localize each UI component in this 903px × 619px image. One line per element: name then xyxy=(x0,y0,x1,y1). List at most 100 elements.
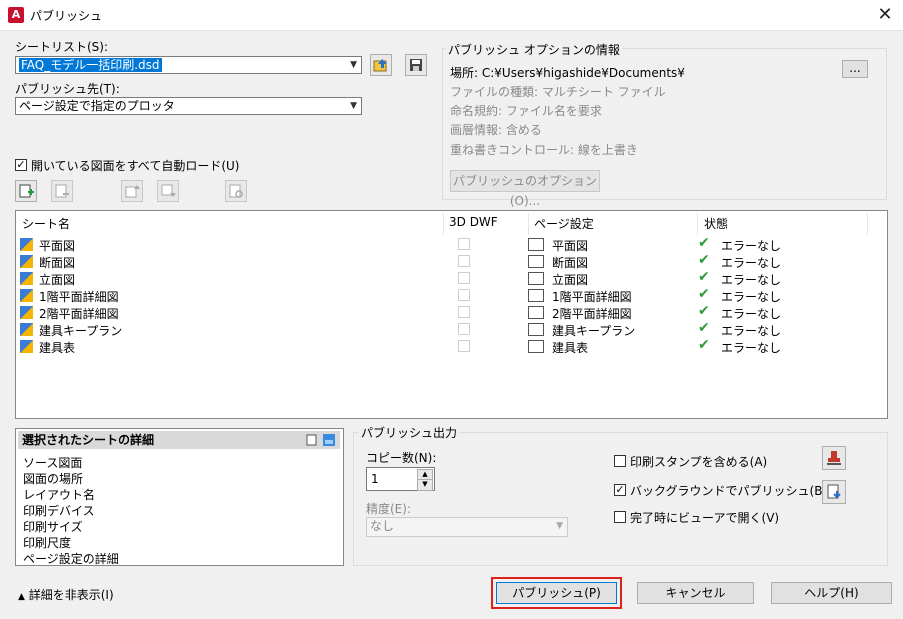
sheet-name: 建具キープラン xyxy=(39,324,123,338)
3d-dwf-checkbox[interactable] xyxy=(458,238,470,250)
page-setup-name[interactable]: 1階平面詳細図 xyxy=(552,288,632,305)
browse-location-button[interactable]: ... xyxy=(842,60,868,78)
3d-dwf-checkbox[interactable] xyxy=(458,289,470,301)
load-sheet-list-button[interactable] xyxy=(370,54,392,76)
copies-spinner[interactable]: 1 ▲ ▼ xyxy=(366,467,435,491)
status-text: エラーなし xyxy=(721,341,782,355)
page-setup-name[interactable]: 平面図 xyxy=(552,237,588,254)
sheet-list-table[interactable]: シート名 3D DWF ページ設定 状態 平面図 平面図 ✔ エラーなし 断面図 断面図 ✔… xyxy=(15,210,888,419)
sheet-icon xyxy=(20,255,33,268)
file-type-info: ファイルの種類: マルチシート ファイル xyxy=(450,85,666,99)
publish-options-info-title: パブリッシュ オプションの情報 xyxy=(446,41,622,58)
sheet-name: 2階平面詳細図 xyxy=(39,307,119,321)
auto-load-checkbox[interactable]: ✓ xyxy=(15,159,27,171)
page-setup-name[interactable]: 2階平面詳細図 xyxy=(552,305,632,322)
precision-combo[interactable]: なし ▼ xyxy=(366,517,568,537)
header-sheet-name[interactable]: シート名 xyxy=(22,215,70,232)
move-sheet-up-button[interactable] xyxy=(121,180,143,202)
3d-dwf-checkbox[interactable] xyxy=(458,272,470,284)
preview-button[interactable] xyxy=(225,180,247,202)
sheet-icon xyxy=(20,289,33,302)
publish-options-button[interactable]: パブリッシュのオプション(O)... xyxy=(450,170,600,208)
autocad-app-icon: A xyxy=(8,7,24,23)
3d-dwf-checkbox[interactable] xyxy=(458,306,470,318)
details-item: ソース図面 xyxy=(23,456,83,470)
column-divider xyxy=(528,213,529,235)
table-row[interactable]: 建具表 建具表 ✔ エラーなし xyxy=(16,337,887,356)
checkmark-icon: ✔ xyxy=(698,320,710,336)
publish-output-title: パブリッシュ出力 xyxy=(359,424,460,441)
publish-to-combo[interactable]: ページ設定で指定のプロッタ ▼ xyxy=(15,97,362,115)
remove-sheets-button[interactable] xyxy=(51,180,73,202)
chevron-down-icon: ▼ xyxy=(350,60,357,70)
sheet-list-value: FAQ_モデル一括印刷.dsd xyxy=(19,58,162,72)
close-icon[interactable]: ✕ xyxy=(873,3,897,27)
help-button[interactable]: ヘルプ(H) xyxy=(771,582,892,604)
checkmark-icon: ✔ xyxy=(698,235,710,251)
preview-icon xyxy=(229,184,243,198)
table-row[interactable]: 2階平面詳細図 2階平面詳細図 ✔ エラーなし xyxy=(16,303,887,322)
sheet-details-icon[interactable] xyxy=(306,434,318,446)
save-output-settings-button[interactable] xyxy=(822,480,846,504)
page-setup-name[interactable]: 断面図 xyxy=(552,254,588,271)
sheet-details-panel: 選択されたシートの詳細 ソース図面 図面の場所 レイアウト名 印刷デバイス 印刷サイズ印… xyxy=(15,428,344,566)
stamp-icon xyxy=(827,451,841,465)
sheet-name: 建具表 xyxy=(39,341,76,355)
hide-details-toggle[interactable]: ▲ 詳細を非表示(I) xyxy=(18,586,114,603)
table-row[interactable]: 平面図 平面図 ✔ エラーなし xyxy=(16,235,887,254)
cancel-button[interactable]: キャンセル xyxy=(637,582,754,604)
details-item: 印刷尺度 xyxy=(23,536,72,550)
table-row[interactable]: 1階平面詳細図 1階平面詳細図 ✔ エラーなし xyxy=(16,286,887,305)
auto-load-label: 開いている図面をすべて自動ロード(U) xyxy=(31,159,240,173)
copies-value: 1 xyxy=(371,472,379,486)
3d-dwf-checkbox[interactable] xyxy=(458,340,470,352)
details-item: ページ設定の詳細 xyxy=(23,552,119,566)
status-text: エラーなし xyxy=(721,324,782,338)
folder-open-icon xyxy=(373,59,387,72)
add-sheet-icon xyxy=(19,184,34,198)
details-header: 選択されたシートの詳細 xyxy=(18,431,340,449)
column-divider xyxy=(697,213,698,235)
publish-to-value: ページ設定で指定のプロッタ xyxy=(19,99,175,113)
table-row[interactable]: 建具キープラン 建具キープラン ✔ エラーなし xyxy=(16,320,887,339)
page-setup-name[interactable]: 建具キープラン xyxy=(552,322,635,339)
move-sheet-down-button[interactable] xyxy=(157,180,179,202)
header-3d-dwf[interactable]: 3D DWF xyxy=(449,215,498,229)
move-down-icon xyxy=(161,184,176,197)
status-text: エラーなし xyxy=(721,256,782,270)
include-stamp-checkbox[interactable] xyxy=(614,455,626,467)
save-sheet-list-button[interactable] xyxy=(405,54,427,76)
3d-dwf-checkbox[interactable] xyxy=(458,255,470,267)
stamp-settings-button[interactable] xyxy=(822,446,846,470)
sheet-icon xyxy=(20,272,33,285)
sheet-name: 立面図 xyxy=(39,273,76,287)
precision-label: 精度(E): xyxy=(366,502,411,516)
sheet-name: 1階平面詳細図 xyxy=(39,290,119,304)
table-row[interactable]: 断面図 断面図 ✔ エラーなし xyxy=(16,252,887,271)
output-location: 場所: C:¥Users¥higashide¥Documents¥ xyxy=(450,66,685,80)
header-page-setup[interactable]: ページ設定 xyxy=(534,215,594,232)
checkmark-icon: ✔ xyxy=(698,303,710,319)
open-viewer-checkbox[interactable] xyxy=(614,511,626,523)
page-setup-name[interactable]: 建具表 xyxy=(552,339,588,356)
publish-button[interactable]: パブリッシュ(P) xyxy=(496,582,617,604)
sheet-icon xyxy=(20,238,33,251)
sheet-list-combo[interactable]: FAQ_モデル一括印刷.dsd ▼ xyxy=(15,56,362,74)
copies-label: コピー数(N): xyxy=(366,451,437,465)
naming-info: 命名規約: ファイル名を要求 xyxy=(450,104,602,118)
preview-image-icon[interactable] xyxy=(323,434,335,446)
status-text: エラーなし xyxy=(721,307,782,321)
add-sheets-button[interactable] xyxy=(15,180,37,202)
spin-down-icon[interactable]: ▼ xyxy=(417,479,433,491)
include-stamp-label: 印刷スタンプを含める(A) xyxy=(630,455,768,469)
details-item: 印刷デバイス xyxy=(23,504,95,518)
checkmark-icon: ✔ xyxy=(698,252,710,268)
page-setup-name[interactable]: 立面図 xyxy=(552,271,588,288)
background-publish-checkbox[interactable]: ✓ xyxy=(614,484,626,496)
sheet-name: 平面図 xyxy=(39,239,76,253)
checkmark-icon: ✔ xyxy=(698,269,710,285)
3d-dwf-checkbox[interactable] xyxy=(458,323,470,335)
window-title: パブリッシュ xyxy=(30,9,103,23)
header-status[interactable]: 状態 xyxy=(704,215,728,232)
table-row[interactable]: 立面図 立面図 ✔ エラーなし xyxy=(16,269,887,288)
